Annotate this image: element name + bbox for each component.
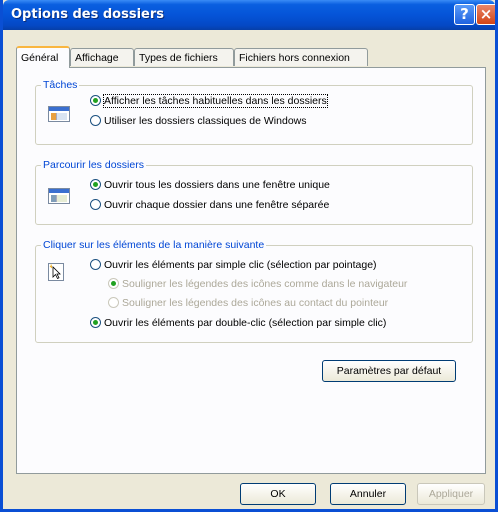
default-settings-button[interactable]: Paramètres par défaut: [322, 360, 456, 382]
option-double-clic[interactable]: Ouvrir les éléments par double-clic (sél…: [90, 317, 386, 329]
group-cliquer: Cliquer sur les éléments de la manière s…: [35, 239, 473, 343]
folder-options-window: Options des dossiers ? × Général Afficha…: [0, 0, 498, 512]
tab-fichiers-hors-connexion-label: Fichiers hors connexion: [239, 52, 350, 64]
cancel-button[interactable]: Annuler: [330, 483, 406, 505]
tab-types-fichiers-label: Types de fichiers: [139, 52, 218, 64]
radio-afficher-taches[interactable]: [90, 95, 101, 106]
group-parcourir-legend: Parcourir les dossiers: [41, 159, 146, 171]
tab-panel-general: Tâches Afficher les tâches habituelles d…: [16, 67, 486, 474]
apply-label: Appliquer: [428, 488, 474, 500]
label-afficher-taches: Afficher les tâches habituelles dans les…: [103, 94, 328, 108]
group-taches: Tâches Afficher les tâches habituelles d…: [35, 79, 473, 145]
radio-dossiers-classiques[interactable]: [90, 115, 101, 126]
close-button[interactable]: ×: [476, 4, 495, 25]
label-souligner-navigateur: Souligner les légendes des icônes comme …: [122, 278, 408, 290]
browse-folders-icon: [48, 188, 70, 204]
radio-fenetre-unique[interactable]: [90, 179, 101, 190]
ok-button[interactable]: OK: [240, 483, 316, 505]
option-souligner-pointeur[interactable]: Souligner les légendes des icônes au con…: [108, 297, 388, 309]
default-settings-label: Paramètres par défaut: [336, 365, 442, 377]
tab-affichage[interactable]: Affichage: [70, 48, 134, 66]
radio-double-clic[interactable]: [90, 317, 101, 328]
option-simple-clic[interactable]: Ouvrir les éléments par simple clic (sél…: [90, 259, 377, 271]
group-cliquer-legend: Cliquer sur les éléments de la manière s…: [41, 239, 267, 251]
label-fenetre-separee: Ouvrir chaque dossier dans une fenêtre s…: [104, 199, 330, 211]
cancel-label: Annuler: [349, 488, 387, 500]
radio-simple-clic[interactable]: [90, 259, 101, 270]
tab-general[interactable]: Général: [16, 46, 70, 68]
close-icon: ×: [479, 5, 493, 23]
ok-label: OK: [270, 488, 286, 500]
option-afficher-taches[interactable]: Afficher les tâches habituelles dans les…: [90, 94, 328, 108]
radio-souligner-navigateur[interactable]: [108, 278, 119, 289]
tab-affichage-label: Affichage: [75, 52, 119, 64]
window-title: Options des dossiers: [11, 7, 164, 22]
option-souligner-navigateur[interactable]: Souligner les légendes des icônes comme …: [108, 278, 407, 290]
option-fenetre-unique[interactable]: Ouvrir tous les dossiers dans une fenêtr…: [90, 179, 330, 191]
group-taches-legend: Tâches: [41, 79, 80, 91]
option-dossiers-classiques[interactable]: Utiliser les dossiers classiques de Wind…: [90, 115, 307, 127]
help-button[interactable]: ?: [454, 4, 475, 25]
option-fenetre-separee[interactable]: Ouvrir chaque dossier dans une fenêtre s…: [90, 199, 329, 211]
tasks-view-icon: [48, 106, 70, 122]
pointer-click-icon: [48, 263, 64, 281]
tab-types-fichiers[interactable]: Types de fichiers: [134, 48, 234, 66]
label-dossiers-classiques: Utiliser les dossiers classiques de Wind…: [104, 115, 307, 127]
help-icon: ?: [460, 5, 469, 23]
label-fenetre-unique: Ouvrir tous les dossiers dans une fenêtr…: [104, 179, 330, 191]
radio-fenetre-separee[interactable]: [90, 199, 101, 210]
label-souligner-pointeur: Souligner les légendes des icônes au con…: [122, 297, 389, 309]
tab-fichiers-hors-connexion[interactable]: Fichiers hors connexion: [234, 48, 368, 66]
title-bar[interactable]: Options des dossiers ? ×: [3, 0, 495, 30]
label-simple-clic: Ouvrir les éléments par simple clic (sél…: [104, 259, 377, 271]
tab-general-label: Général: [21, 52, 59, 64]
group-parcourir: Parcourir les dossiers Ouvrir tous les d…: [35, 159, 473, 225]
label-double-clic: Ouvrir les éléments par double-clic (sél…: [104, 317, 387, 329]
radio-souligner-pointeur[interactable]: [108, 297, 119, 308]
apply-button[interactable]: Appliquer: [417, 483, 485, 505]
